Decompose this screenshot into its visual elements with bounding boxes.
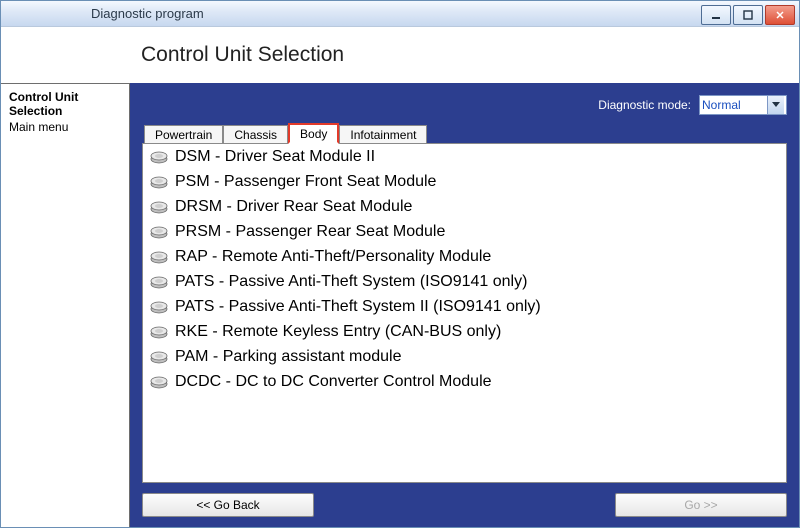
mode-select[interactable]: Normal (699, 95, 787, 115)
list-item[interactable]: RAP - Remote Anti-Theft/Personality Modu… (143, 244, 786, 269)
content-columns: Control Unit Selection Main menu Diagnos… (1, 83, 799, 527)
window-controls (699, 5, 795, 23)
module-icon (149, 325, 169, 339)
list-item[interactable]: RKE - Remote Keyless Entry (CAN-BUS only… (143, 319, 786, 344)
list-item-label: RKE - Remote Keyless Entry (CAN-BUS only… (175, 323, 501, 341)
mode-row: Diagnostic mode: Normal (142, 95, 787, 115)
module-icon (149, 275, 169, 289)
close-button[interactable] (765, 5, 795, 25)
window-title: Diagnostic program (11, 6, 204, 21)
chevron-down-icon (767, 96, 784, 114)
list-item-label: PSM - Passenger Front Seat Module (175, 173, 436, 191)
module-list-scroll[interactable]: DSM - Driver Seat Module II PSM - Passeng… (143, 144, 786, 482)
mode-value: Normal (702, 98, 741, 112)
sidebar: Control Unit Selection Main menu (1, 83, 130, 527)
list-item[interactable]: PATS - Passive Anti-Theft System II (ISO… (143, 294, 786, 319)
list-item-label: PAM - Parking assistant module (175, 348, 401, 366)
list-item[interactable]: PAM - Parking assistant module (143, 344, 786, 369)
mode-label: Diagnostic mode: (598, 98, 691, 112)
module-icon (149, 200, 169, 214)
list-item-label: PATS - Passive Anti-Theft System (ISO914… (175, 273, 527, 291)
main-area: Diagnostic mode: Normal Powertrain Chass… (130, 83, 799, 527)
list-item-label: DCDC - DC to DC Converter Control Module (175, 373, 492, 391)
module-icon (149, 350, 169, 364)
list-item-label: PATS - Passive Anti-Theft System II (ISO… (175, 298, 541, 316)
module-icon (149, 225, 169, 239)
tab-chassis[interactable]: Chassis (223, 125, 288, 143)
go-back-button[interactable]: << Go Back (142, 493, 314, 517)
app-window: Diagnostic program Control Unit Selectio… (0, 0, 800, 528)
list-item-label: DRSM - Driver Rear Seat Module (175, 198, 412, 216)
sidebar-item-main-menu[interactable]: Main menu (9, 120, 121, 134)
maximize-button[interactable] (733, 5, 763, 25)
module-listbox: DSM - Driver Seat Module II PSM - Passeng… (142, 143, 787, 483)
page-title: Control Unit Selection (141, 43, 344, 67)
footer-row: << Go Back Go >> (142, 493, 787, 517)
list-item-label: RAP - Remote Anti-Theft/Personality Modu… (175, 248, 491, 266)
module-icon (149, 175, 169, 189)
list-item-label: PRSM - Passenger Rear Seat Module (175, 223, 445, 241)
tab-body[interactable]: Body (288, 123, 339, 144)
go-next-button: Go >> (615, 493, 787, 517)
list-item[interactable]: PSM - Passenger Front Seat Module (143, 169, 786, 194)
module-icon (149, 300, 169, 314)
header: Control Unit Selection (1, 27, 799, 83)
module-icon (149, 375, 169, 389)
list-item[interactable]: PRSM - Passenger Rear Seat Module (143, 219, 786, 244)
list-item-label: DSM - Driver Seat Module II (175, 148, 375, 166)
list-item[interactable]: PATS - Passive Anti-Theft System (ISO914… (143, 269, 786, 294)
tabstrip: Powertrain Chassis Body Infotainment (144, 123, 787, 143)
tabs-wrapper: Powertrain Chassis Body Infotainment DSM… (142, 123, 787, 483)
module-icon (149, 250, 169, 264)
list-item[interactable]: DRSM - Driver Rear Seat Module (143, 194, 786, 219)
tab-infotainment[interactable]: Infotainment (339, 125, 427, 143)
list-item[interactable]: DSM - Driver Seat Module II (143, 144, 786, 169)
module-icon (149, 150, 169, 164)
minimize-button[interactable] (701, 5, 731, 25)
sidebar-item-control-unit-selection[interactable]: Control Unit Selection (9, 90, 121, 118)
tab-powertrain[interactable]: Powertrain (144, 125, 223, 143)
titlebar: Diagnostic program (1, 1, 799, 27)
list-item[interactable]: DCDC - DC to DC Converter Control Module (143, 369, 786, 394)
